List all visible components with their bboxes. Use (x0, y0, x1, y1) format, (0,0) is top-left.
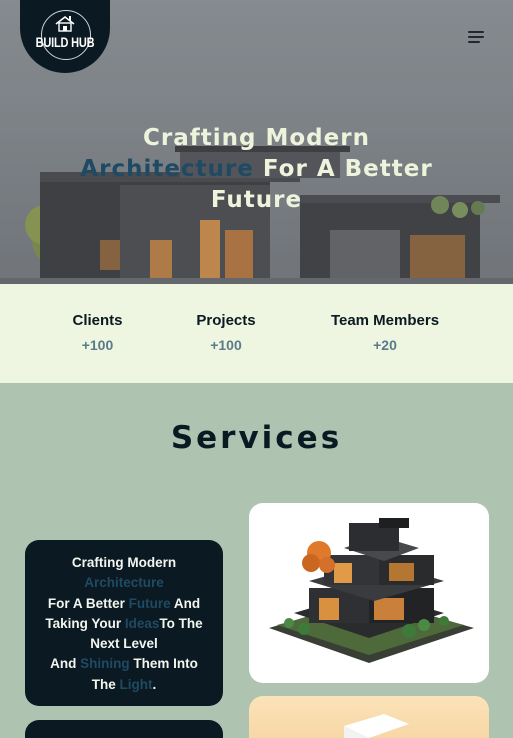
stat-clients: Clients +100 (60, 312, 135, 353)
service-card[interactable]: Crafting Modern Architecture For A Bette… (25, 540, 223, 706)
card-line: And (50, 656, 81, 672)
hero-title-line1: Crafting Modern (143, 125, 370, 151)
stats-bar: Clients +100 Projects +100 Team Members … (0, 284, 513, 383)
modern-house-illustration (269, 518, 474, 663)
hero-section: BUILD HUB Crafting Modern Architecture F… (0, 0, 513, 284)
card-highlight: Architecture (84, 575, 164, 591)
card-line: Taking Your (45, 615, 125, 631)
card-line: Next Level (90, 636, 158, 652)
house-icon (55, 15, 75, 32)
stat-team-members: Team Members +20 (325, 312, 445, 353)
service-image-card-2[interactable] (249, 696, 489, 738)
card-line: To The (159, 615, 203, 631)
card-highlight: Future (128, 595, 171, 611)
hero-title-line2: For A Better (262, 156, 433, 182)
card-line: The (91, 676, 120, 692)
stat-label: Projects (196, 312, 256, 329)
card-line: Crafting Modern (71, 555, 177, 570)
hero-title: Crafting Modern Architecture For A Bette… (60, 123, 453, 216)
card-line: For A Better (47, 595, 129, 611)
card-highlight: Light (119, 676, 153, 692)
stat-value: +20 (373, 337, 397, 353)
stat-label: Clients (72, 312, 123, 329)
hero-title-highlight: Architecture (80, 156, 254, 182)
stat-projects: Projects +100 (186, 312, 266, 353)
hero-title-line3: Future (210, 187, 303, 213)
hamburger-menu-icon[interactable] (465, 28, 487, 48)
logo-text: BUILD HUB (35, 35, 95, 51)
service-image-card[interactable] (249, 503, 489, 683)
service-card-2[interactable] (25, 720, 223, 738)
card-line: Them Into (129, 656, 198, 672)
card-highlight: Ideas (124, 615, 160, 631)
services-heading: Services (170, 420, 343, 456)
service-card-text: Crafting Modern Architecture For A Bette… (25, 553, 223, 695)
card-line: . (152, 676, 157, 692)
stat-value: +100 (81, 337, 114, 353)
stat-value: +100 (210, 337, 242, 353)
card-line: And (170, 595, 201, 611)
card-highlight: Shining (80, 656, 130, 672)
stat-label: Team Members (330, 312, 440, 329)
service-image-2 (344, 714, 409, 738)
